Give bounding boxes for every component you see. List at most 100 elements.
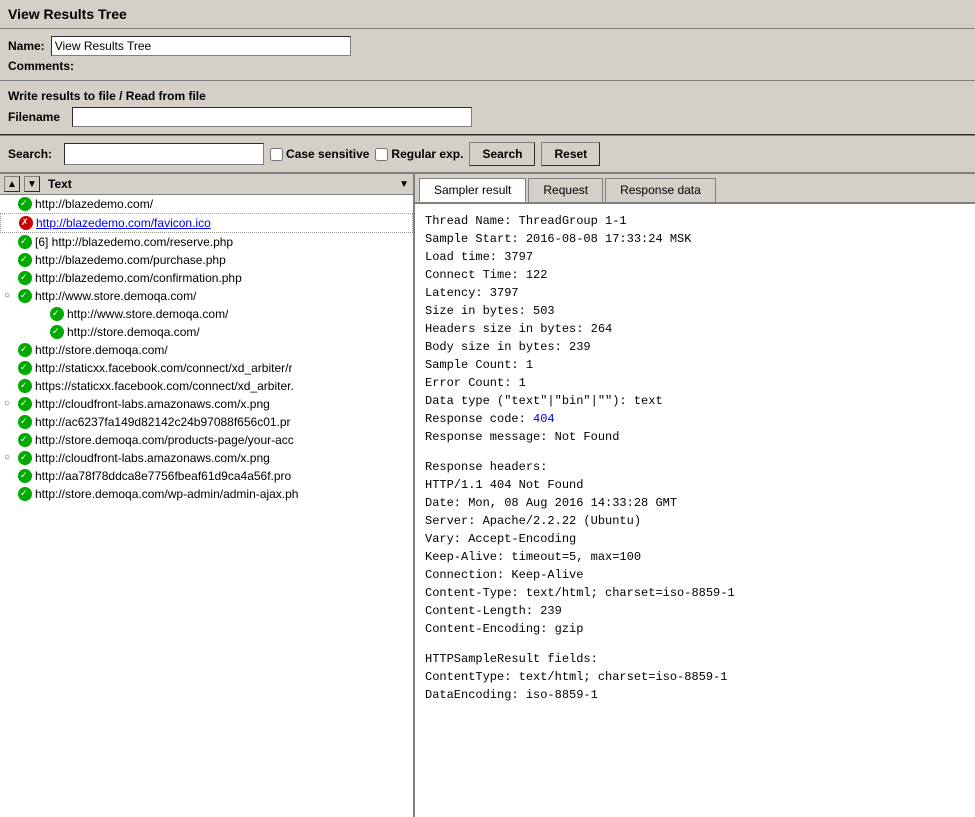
status-icon-green (18, 379, 32, 393)
tree-item[interactable]: ○ http://www.store.demoqa.com/ (0, 287, 413, 305)
data-encoding-field: DataEncoding: iso-8859-1 (425, 686, 965, 704)
search-bar: Search: Case sensitive Regular exp. Sear… (0, 136, 975, 174)
connection-header: Connection: Keep-Alive (425, 566, 965, 584)
expand-button[interactable]: ▼ (24, 176, 40, 192)
search-button[interactable]: Search (469, 142, 535, 166)
comments-label: Comments: (8, 59, 74, 73)
server-header: Server: Apache/2.2.22 (Ubuntu) (425, 512, 965, 530)
response-headers-label: Response headers: (425, 458, 965, 476)
tab-sampler-result[interactable]: Sampler result (419, 178, 526, 202)
headers-size: Headers size in bytes: 264 (425, 320, 965, 338)
expand-icon (36, 308, 48, 320)
search-input[interactable] (64, 143, 264, 165)
tree-item[interactable]: http://store.demoqa.com/ (0, 341, 413, 359)
status-icon-green (50, 325, 64, 339)
expand-icon (36, 326, 48, 338)
tree-item[interactable]: ○ http://cloudfront-labs.amazonaws.com/x… (0, 395, 413, 413)
tree-item[interactable]: http://blazedemo.com/ (0, 195, 413, 213)
status-icon-green (18, 197, 32, 211)
http-status: HTTP/1.1 404 Not Found (425, 476, 965, 494)
case-sensitive-label[interactable]: Case sensitive (270, 147, 369, 161)
tree-item[interactable]: http://blazedemo.com/confirmation.php (0, 269, 413, 287)
name-input[interactable] (51, 36, 351, 56)
search-label: Search: (8, 147, 52, 161)
vary-header: Vary: Accept-Encoding (425, 530, 965, 548)
expand-icon (4, 254, 16, 266)
tree-item[interactable]: http://www.store.demoqa.com/ (0, 305, 413, 323)
expand-icon: ○ (4, 290, 16, 302)
filename-label: Filename (8, 110, 60, 124)
expand-icon (4, 198, 16, 210)
content-type-field: ContentType: text/html; charset=iso-8859… (425, 668, 965, 686)
httpsample-label: HTTPSampleResult fields: (425, 650, 965, 668)
expand-icon (4, 416, 16, 428)
body-size: Body size in bytes: 239 (425, 338, 965, 356)
response-code-value: 404 (533, 412, 555, 426)
tab-response-data[interactable]: Response data (605, 178, 716, 202)
keep-alive-header: Keep-Alive: timeout=5, max=100 (425, 548, 965, 566)
content-encoding-header: Content-Encoding: gzip (425, 620, 965, 638)
expand-icon (4, 434, 16, 446)
status-icon-green (18, 253, 32, 267)
tree-item[interactable]: ○ http://cloudfront-labs.amazonaws.com/x… (0, 449, 413, 467)
collapse-button[interactable]: ▲ (4, 176, 20, 192)
sample-count: Sample Count: 1 (425, 356, 965, 374)
content-length-header: Content-Length: 239 (425, 602, 965, 620)
status-icon-green (18, 235, 32, 249)
connect-time: Connect Time: 122 (425, 266, 965, 284)
tree-item[interactable]: http://store.demoqa.com/products-page/yo… (0, 431, 413, 449)
response-code-line: Response code: 404 (425, 410, 965, 428)
status-icon-green (18, 469, 32, 483)
expand-icon (4, 362, 16, 374)
expand-icon (4, 488, 16, 500)
tree-item[interactable]: https://staticxx.facebook.com/connect/xd… (0, 377, 413, 395)
tree-item[interactable]: http://staticxx.facebook.com/connect/xd_… (0, 359, 413, 377)
status-icon-green (50, 307, 64, 321)
status-icon-green (18, 397, 32, 411)
status-icon-green (18, 451, 32, 465)
name-label: Name: (8, 39, 45, 53)
status-icon-green (18, 433, 32, 447)
content-type-header: Content-Type: text/html; charset=iso-885… (425, 584, 965, 602)
response-message: Response message: Not Found (425, 428, 965, 446)
status-icon-green (18, 487, 32, 501)
expand-icon (4, 380, 16, 392)
tree-item[interactable]: http://store.demoqa.com/ (0, 323, 413, 341)
regular-exp-label[interactable]: Regular exp. (375, 147, 463, 161)
regular-exp-checkbox[interactable] (375, 148, 388, 161)
filename-input[interactable] (72, 107, 472, 127)
tree-item[interactable]: http://blazedemo.com/favicon.ico (0, 213, 413, 233)
case-sensitive-checkbox[interactable] (270, 148, 283, 161)
error-count: Error Count: 1 (425, 374, 965, 392)
expand-icon (4, 470, 16, 482)
load-time: Load time: 3797 (425, 248, 965, 266)
status-icon-red (19, 216, 33, 230)
status-icon-green (18, 289, 32, 303)
data-type: Data type ("text"|"bin"|""): text (425, 392, 965, 410)
thread-name: Thread Name: ThreadGroup 1-1 (425, 212, 965, 230)
expand-icon: ○ (4, 452, 16, 464)
tree-item[interactable]: http://store.demoqa.com/wp-admin/admin-a… (0, 485, 413, 503)
left-panel: ▲ ▼ Text ▼ http://blazedemo.com/ http://… (0, 174, 415, 817)
expand-icon (5, 217, 17, 229)
status-icon-green (18, 361, 32, 375)
tree-item[interactable]: [6] http://blazedemo.com/reserve.php (0, 233, 413, 251)
right-panel: Sampler result Request Response data Thr… (415, 174, 975, 817)
tree-item[interactable]: http://aa78f78ddca8e7756fbeaf61d9ca4a56f… (0, 467, 413, 485)
expand-icon: ○ (4, 398, 16, 410)
latency: Latency: 3797 (425, 284, 965, 302)
status-icon-green (18, 271, 32, 285)
tree-list[interactable]: http://blazedemo.com/ http://blazedemo.c… (0, 195, 413, 817)
expand-icon (4, 272, 16, 284)
left-panel-header: ▲ ▼ Text ▼ (0, 174, 413, 195)
result-content: Thread Name: ThreadGroup 1-1 Sample Star… (415, 204, 975, 817)
reset-button[interactable]: Reset (541, 142, 600, 166)
tree-item[interactable]: http://blazedemo.com/purchase.php (0, 251, 413, 269)
tree-item[interactable]: http://ac6237fa149d82142c24b97088f656c01… (0, 413, 413, 431)
window-title: View Results Tree (0, 0, 975, 29)
status-icon-green (18, 343, 32, 357)
date-header: Date: Mon, 08 Aug 2016 14:33:28 GMT (425, 494, 965, 512)
expand-icon (4, 236, 16, 248)
tab-request[interactable]: Request (528, 178, 603, 202)
size-bytes: Size in bytes: 503 (425, 302, 965, 320)
